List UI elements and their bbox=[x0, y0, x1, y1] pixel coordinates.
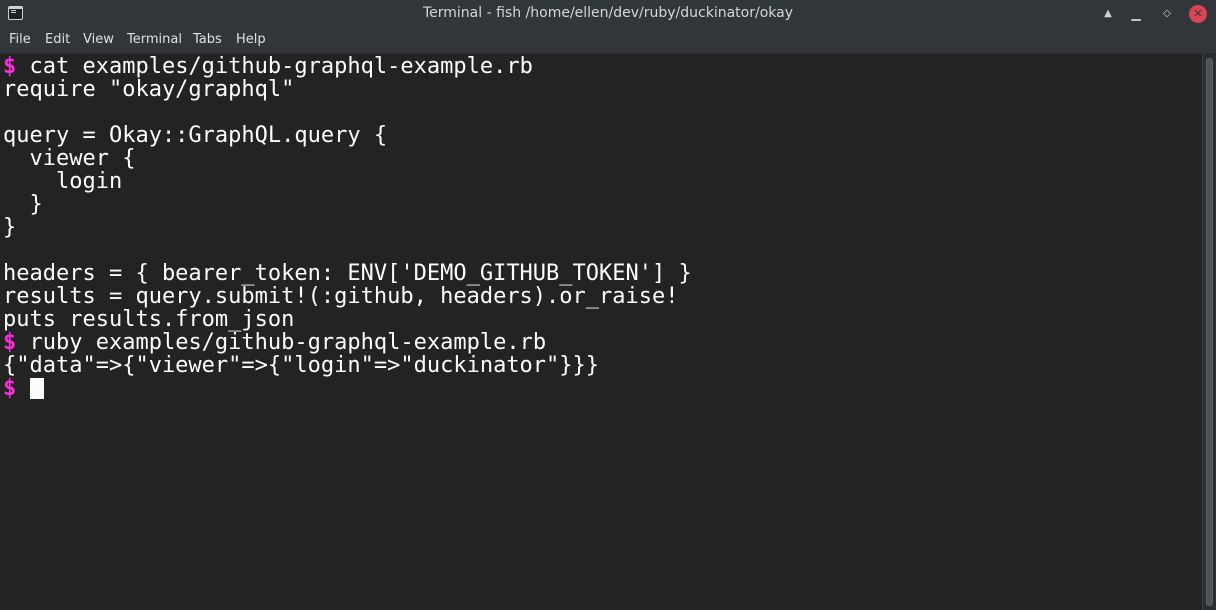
output-line: headers = { bearer_token: ENV['DEMO_GITH… bbox=[3, 262, 692, 285]
menu-bar: File Edit View Terminal Tabs Help bbox=[0, 28, 1216, 54]
menu-edit[interactable]: Edit bbox=[45, 32, 70, 47]
window-title: Terminal - fish /home/ellen/dev/ruby/duc… bbox=[422, 5, 793, 21]
output-line: } bbox=[3, 216, 16, 239]
prompt-symbol: $ bbox=[3, 330, 17, 355]
output-text: login bbox=[3, 169, 123, 194]
output-line: login bbox=[3, 170, 122, 193]
output-text: puts results.from_json bbox=[3, 307, 295, 332]
output-text: headers = { bearer_token: ENV['DEMO_GITH… bbox=[3, 261, 692, 286]
output-line: query = Okay::GraphQL.query { bbox=[3, 124, 387, 147]
output-text: query = Okay::GraphQL.query { bbox=[3, 123, 388, 148]
output-text: require "okay/graphql" bbox=[3, 77, 295, 102]
scrollbar-thumb[interactable] bbox=[1206, 58, 1213, 606]
output-text: } bbox=[3, 192, 43, 217]
minimize-button[interactable]: ▁ bbox=[1126, 4, 1146, 24]
output-line: viewer { bbox=[3, 147, 135, 170]
menu-file[interactable]: File bbox=[9, 32, 31, 47]
output-text: results = query.submit!(:github, headers… bbox=[3, 284, 679, 309]
text-cursor bbox=[29, 378, 44, 399]
keep-above-button[interactable]: ▲ bbox=[1098, 4, 1118, 24]
maximize-button[interactable]: ◇ bbox=[1157, 4, 1177, 24]
prompt-line: $ cat examples/github-graphql-example.rb bbox=[3, 55, 533, 78]
title-bar[interactable]: Terminal - fish /home/ellen/dev/ruby/duc… bbox=[0, 0, 1216, 28]
output-line: } bbox=[3, 192, 43, 217]
output-text: {"data"=>{"viewer"=>{"login"=>"duckinato… bbox=[3, 353, 600, 378]
close-button[interactable]: ✕ bbox=[1189, 5, 1207, 23]
output-text: } bbox=[3, 215, 17, 240]
output-text: viewer { bbox=[3, 146, 136, 171]
command-text: cat examples/github-graphql-example.rb bbox=[29, 54, 533, 79]
prompt-symbol: $ bbox=[3, 54, 17, 79]
terminal-output[interactable]: $ cat examples/github-graphql-example.rb… bbox=[0, 54, 1202, 610]
output-line: results = query.submit!(:github, headers… bbox=[3, 285, 679, 308]
prompt-line: $ bbox=[3, 377, 44, 400]
output-line: puts results.from_json bbox=[3, 308, 294, 331]
menu-tabs[interactable]: Tabs bbox=[193, 32, 222, 47]
menu-terminal[interactable]: Terminal bbox=[127, 32, 182, 47]
menu-help[interactable]: Help bbox=[236, 32, 266, 47]
command-text: ruby examples/github-graphql-example.rb bbox=[29, 330, 547, 355]
menu-view[interactable]: View bbox=[83, 32, 114, 47]
output-line: require "okay/graphql" bbox=[3, 78, 294, 101]
prompt-line: $ ruby examples/github-graphql-example.r… bbox=[3, 331, 546, 354]
vertical-scrollbar[interactable] bbox=[1202, 54, 1216, 610]
output-line: {"data"=>{"viewer"=>{"login"=>"duckinato… bbox=[3, 354, 599, 377]
prompt-symbol: $ bbox=[3, 376, 17, 401]
terminal-window: Terminal - fish /home/ellen/dev/ruby/duc… bbox=[0, 0, 1216, 610]
